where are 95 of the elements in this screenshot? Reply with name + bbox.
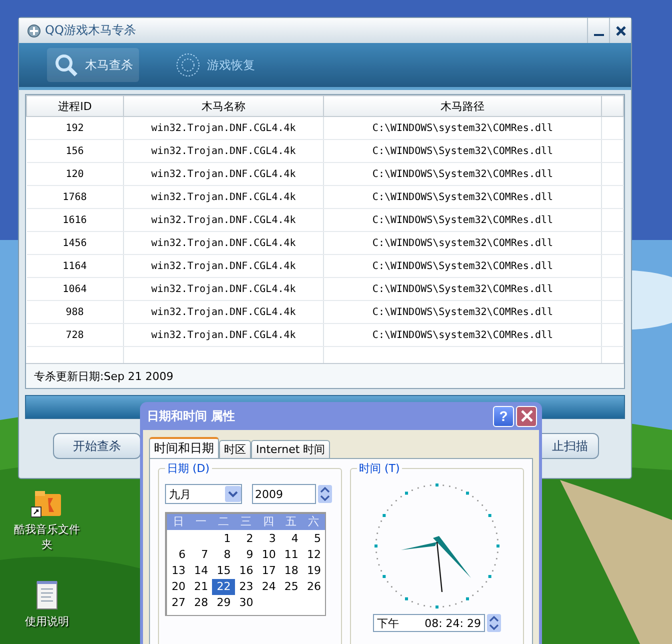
table-cell: C:\WINDOWS\System32\COMRes.dll (324, 254, 602, 278)
group-label: 时间 (T) (358, 461, 401, 476)
calendar-day[interactable]: 1 (212, 531, 235, 547)
minimize-icon (594, 34, 604, 36)
table-cell: win32.Trojan.DNF.CGL4.4k (123, 140, 324, 162)
window-title: QQ游戏木马专杀 (45, 22, 136, 39)
calendar-day[interactable]: 24 (257, 579, 280, 595)
weekday-label: 四 (262, 514, 276, 530)
column-header[interactable]: 木马路径 (324, 96, 602, 116)
calendar-day[interactable]: 27 (167, 595, 190, 611)
table-cell: 120 (26, 162, 124, 186)
table-cell: C:\WINDOWS\system32\COMRes.dll (324, 232, 602, 254)
table-cell: 156 (26, 140, 124, 162)
weekday-label: 六 (307, 514, 320, 530)
table-cell: win32.Trojan.DNF.CGL4.4k (123, 186, 324, 208)
column-header[interactable]: 进程ID (26, 96, 124, 116)
icon-label: 使用说明 (24, 614, 70, 629)
calendar-day[interactable]: 12 (302, 547, 325, 563)
start-scan-button[interactable]: 开始查杀 (53, 433, 141, 459)
notepad-icon[interactable] (36, 580, 58, 610)
table-cell: C:\WINDOWS\System32\COMRes.dll (324, 208, 602, 232)
calendar-day[interactable]: 19 (302, 563, 325, 579)
table-cell: 1456 (26, 232, 124, 254)
calendar-day[interactable]: 11 (280, 547, 302, 563)
calendar-day[interactable]: 30 (234, 595, 258, 611)
table-cell: C:\WINDOWS\System32\COMRes.dll (324, 300, 602, 324)
calendar-day[interactable]: 7 (190, 547, 212, 563)
calendar-day[interactable]: 15 (212, 563, 235, 579)
calendar-day[interactable]: 23 (234, 579, 258, 595)
table-cell: C:\WINDOWS\System32\COMRes.dll (324, 278, 602, 300)
dialog-title: 日期和时间 属性 (147, 408, 236, 424)
table-cell: 192 (26, 116, 124, 140)
calendar-day[interactable]: 22 (212, 579, 235, 595)
table-cell: win32.Trojan.DNF.CGL4.4k (123, 300, 324, 324)
table-cell: win32.Trojan.DNF.CGL4.4k (123, 278, 324, 300)
calendar-day[interactable]: 21 (190, 579, 212, 595)
calendar-day[interactable]: 28 (190, 595, 212, 611)
tab[interactable]: 时间和日期 (149, 437, 219, 458)
calendar-day[interactable]: 14 (190, 563, 212, 579)
search-icon (53, 52, 79, 78)
calendar-day[interactable]: 17 (257, 563, 280, 579)
table-cell: win32.Trojan.DNF.CGL4.4k (123, 324, 324, 346)
calendar-day[interactable]: 26 (302, 579, 325, 595)
weekday-label: 日 (172, 514, 185, 530)
column-header[interactable]: 木马名称 (123, 96, 324, 116)
calendar-day[interactable]: 10 (257, 547, 280, 563)
calendar-day[interactable]: 2 (234, 531, 258, 547)
table-cell: win32.Trojan.DNF.CGL4.4k (123, 254, 324, 278)
update-date-text: 专杀更新日期:Sep 21 2009 (34, 368, 174, 384)
weekday-label: 三 (239, 514, 252, 530)
close-icon (520, 410, 532, 422)
weekday-label: 一 (194, 514, 208, 530)
table-cell: 728 (26, 324, 124, 346)
table-cell: 1768 (26, 186, 124, 208)
table-cell: win32.Trojan.DNF.CGL4.4k (123, 208, 324, 232)
table-cell: C:\WINDOWS\System32\COMRes.dll (324, 162, 602, 186)
calendar-day[interactable]: 20 (167, 579, 190, 595)
table-cell: C:\WINDOWS\system32\COMRes.dll (324, 324, 602, 346)
table-cell: 1616 (26, 208, 124, 232)
calendar-day[interactable]: 8 (212, 547, 235, 563)
calendar-day[interactable]: 29 (212, 595, 235, 611)
calendar-day[interactable]: 5 (302, 531, 325, 547)
calendar-day[interactable]: 18 (280, 563, 302, 579)
weekday-label: 五 (284, 514, 298, 530)
table-cell: C:\WINDOWS\system32\COMRes.dll (324, 116, 602, 140)
calendar-day[interactable]: 16 (234, 563, 258, 579)
tab[interactable]: 木马查杀 (47, 48, 139, 82)
calendar-day[interactable]: 4 (280, 531, 302, 547)
table-cell: 988 (26, 300, 124, 324)
year-field[interactable]: 2009 (252, 484, 316, 504)
table-cell: 1064 (26, 278, 124, 300)
weekday-label: 二 (216, 514, 230, 530)
table-cell: win32.Trojan.DNF.CGL4.4k (123, 162, 324, 186)
spin-button-icon[interactable] (487, 614, 501, 632)
table-cell: 1164 (26, 254, 124, 278)
table-cell: win32.Trojan.DNF.CGL4.4k (123, 116, 324, 140)
month-dropdown[interactable]: 九月 (165, 484, 242, 504)
plus-circle-icon (27, 24, 41, 38)
tab[interactable]: 时区 (219, 440, 251, 458)
group-label: 日期 (D) (166, 461, 211, 476)
calendar-day[interactable]: 6 (167, 547, 190, 563)
calendar-day[interactable]: 3 (257, 531, 280, 547)
table-cell: C:\WINDOWS\System32\COMRes.dll (324, 140, 602, 162)
icon-label: 酷我音乐文件夹 (13, 522, 81, 552)
close-icon (614, 24, 626, 36)
music-folder-icon[interactable] (31, 488, 63, 518)
calendar-day[interactable]: 9 (234, 547, 258, 563)
calendar-day[interactable]: 25 (280, 579, 302, 595)
calendar-day[interactable]: 13 (167, 563, 190, 579)
time-field[interactable]: 下午 08: 24: 29 (373, 614, 485, 632)
tab[interactable]: Internet 时间 (251, 440, 330, 458)
spin-button-icon[interactable] (318, 485, 332, 503)
table-cell: C:\WINDOWS\System32\COMRes.dll (324, 186, 602, 208)
dotted-globe-icon (175, 52, 201, 78)
table-cell: win32.Trojan.DNF.CGL4.4k (123, 232, 324, 254)
